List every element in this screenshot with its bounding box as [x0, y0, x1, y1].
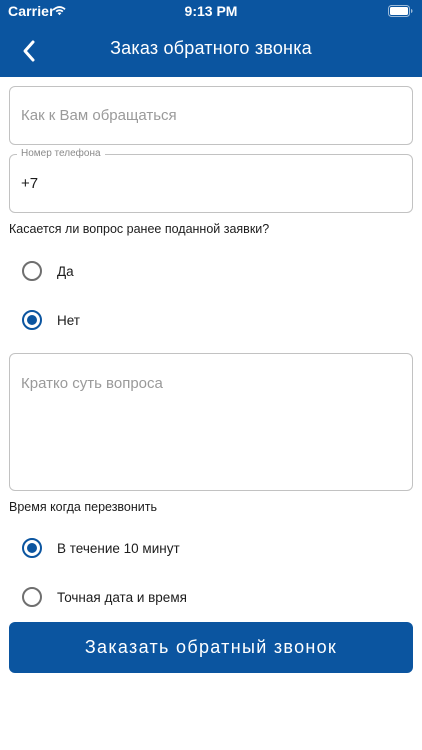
phone-field-label: Номер телефона	[17, 148, 105, 160]
radio-checked-icon	[22, 310, 42, 330]
page-title: Заказ обратного звонка	[110, 38, 312, 58]
name-field	[9, 86, 413, 145]
radio-label-within-10-minutes: В течение 10 минут	[57, 540, 180, 556]
question-textarea[interactable]	[10, 354, 412, 490]
radio-option-yes[interactable]: Да	[22, 259, 74, 283]
status-bar: Carrier 9:13 PM	[0, 0, 422, 24]
status-time: 9:13 PM	[184, 3, 238, 19]
navigation-bar: Заказ обратного звонка	[0, 24, 422, 77]
callback-order-screen: Carrier 9:13 PM Заказ обратного звонка К…	[0, 0, 422, 750]
name-input[interactable]	[10, 87, 412, 144]
radio-label-exact-datetime: Точная дата и время	[57, 589, 187, 605]
order-callback-button[interactable]: Заказать обратный звонок	[9, 622, 413, 673]
radio-option-within-10-minutes[interactable]: В течение 10 минут	[22, 536, 180, 560]
callback-time-label: Время когда перезвонить	[9, 500, 158, 514]
header: Carrier 9:13 PM Заказ обратного звонка	[0, 0, 422, 77]
phone-field: Номер телефона	[9, 148, 413, 213]
radio-unchecked-icon	[22, 261, 42, 281]
radio-unchecked-icon	[22, 587, 42, 607]
phone-input[interactable]	[10, 155, 412, 212]
related-request-question: Касается ли вопрос ранее поданной заявки…	[9, 222, 270, 236]
radio-label-yes: Да	[57, 263, 74, 279]
radio-option-exact-datetime[interactable]: Точная дата и время	[22, 585, 187, 609]
question-field	[9, 353, 413, 491]
radio-checked-icon	[22, 538, 42, 558]
radio-label-no: Нет	[57, 312, 80, 328]
radio-option-no[interactable]: Нет	[22, 308, 80, 332]
battery-icon	[388, 5, 413, 17]
